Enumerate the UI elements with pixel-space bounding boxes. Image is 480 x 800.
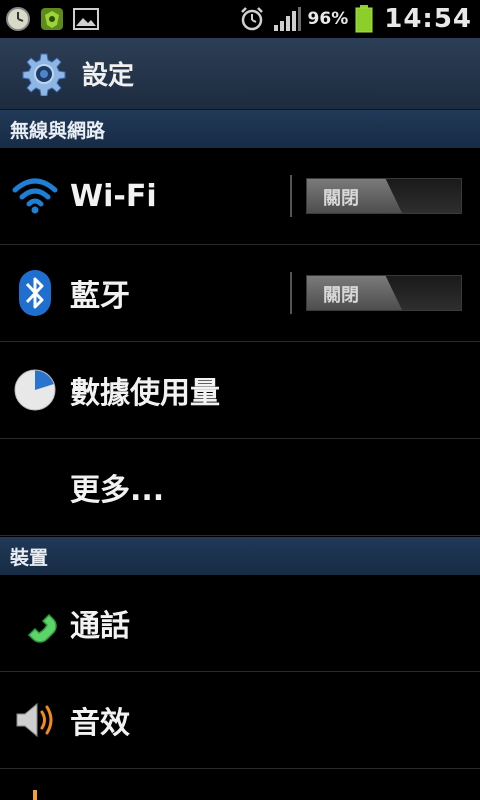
divider: [290, 272, 292, 314]
settings-item-label: 音效: [70, 706, 130, 741]
wifi-toggle-area: 關閉: [290, 175, 462, 217]
divider: [290, 175, 292, 217]
toggle-state-label: 關閉: [323, 188, 359, 209]
row-icon-spacer: [0, 439, 70, 536]
clock-icon: [4, 5, 32, 33]
alarm-icon: [238, 5, 266, 33]
signal-icon: [272, 5, 302, 33]
gear-icon: [22, 52, 66, 96]
section-header-wireless: 無線與網路: [0, 110, 480, 148]
status-bar: 96% 14:54: [0, 0, 480, 38]
settings-item-wifi[interactable]: Wi-Fi 關閉: [0, 148, 480, 245]
display-icon: [0, 769, 70, 800]
wifi-icon: [0, 148, 70, 245]
speaker-icon: [0, 672, 70, 769]
toggle-knob: 關閉: [307, 179, 403, 213]
settings-item-label: 更多...: [70, 473, 165, 508]
section-header-device: 裝置: [0, 537, 480, 575]
phone-icon: [0, 575, 70, 672]
settings-item-label: 通話: [70, 609, 130, 644]
settings-item-more[interactable]: 更多...: [0, 439, 480, 536]
gallery-icon: [72, 5, 100, 33]
battery-percent: 96%: [307, 9, 349, 29]
security-app-icon: [38, 5, 66, 33]
settings-item-bluetooth[interactable]: 藍牙 關閉: [0, 245, 480, 342]
settings-item-data-usage[interactable]: 數據使用量: [0, 342, 480, 439]
toggle-knob: 關閉: [307, 276, 403, 310]
settings-item-label: 藍牙: [70, 279, 130, 314]
battery-icon: [354, 5, 374, 33]
title-bar: 設定: [0, 38, 480, 110]
page-title: 設定: [82, 61, 135, 91]
bluetooth-toggle-area: 關閉: [290, 272, 462, 314]
data-usage-icon: [0, 342, 70, 439]
toggle-state-label: 關閉: [323, 285, 359, 306]
settings-item-label: 數據使用量: [70, 376, 220, 411]
bluetooth-toggle-switch[interactable]: 關閉: [306, 275, 462, 311]
settings-item-sound[interactable]: 音效: [0, 672, 480, 769]
settings-item-call[interactable]: 通話: [0, 575, 480, 672]
clock-time: 14:54: [384, 4, 472, 34]
bluetooth-icon: [0, 245, 70, 342]
settings-item-partial[interactable]: [0, 769, 480, 800]
settings-item-label: Wi-Fi: [70, 178, 157, 214]
wifi-toggle-switch[interactable]: 關閉: [306, 178, 462, 214]
